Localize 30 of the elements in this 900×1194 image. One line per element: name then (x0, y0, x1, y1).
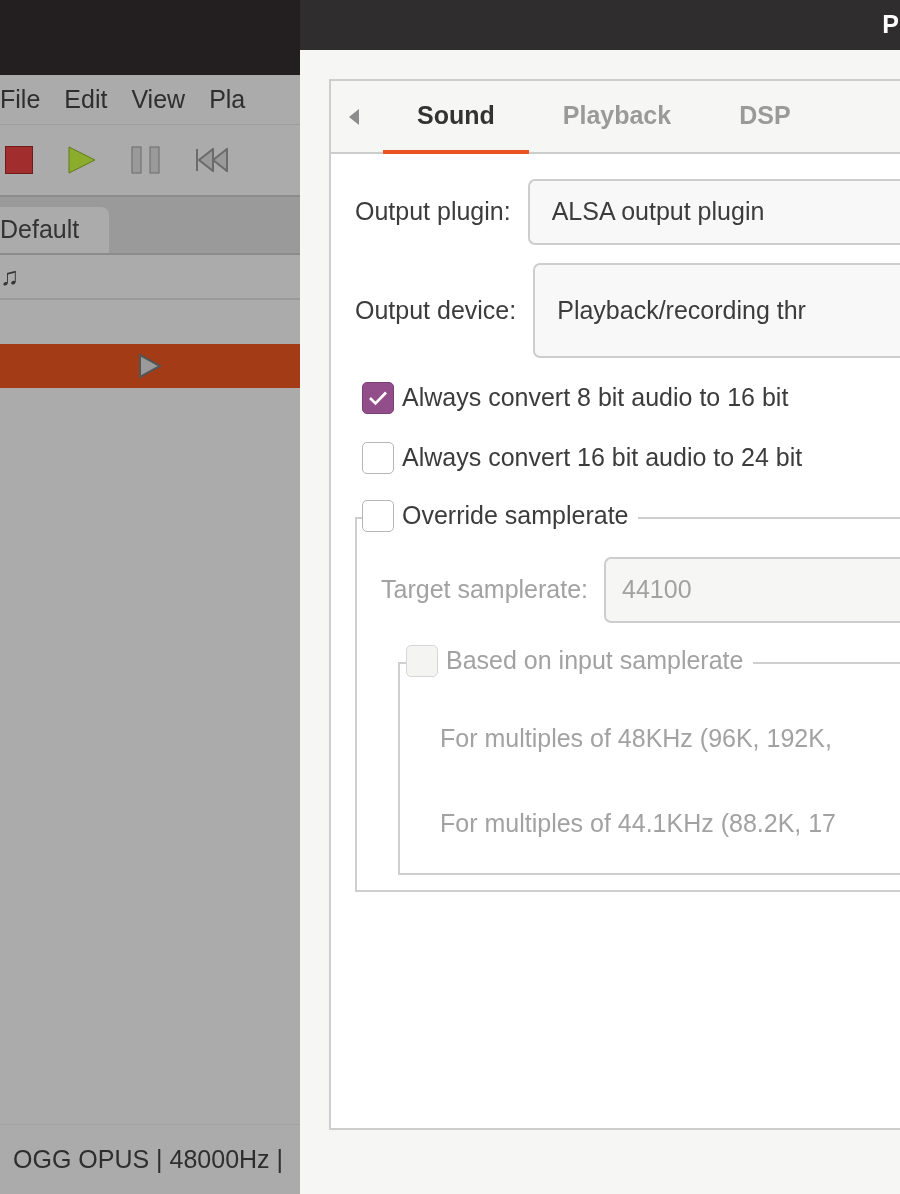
menu-item[interactable]: File (0, 80, 41, 119)
checkbox[interactable] (362, 442, 394, 474)
checkbox-label: Based on input samplerate (446, 645, 744, 676)
checkmark-icon (368, 390, 388, 406)
dropdown[interactable]: Playback/recording thr (533, 263, 900, 358)
field-label: Output device: (355, 294, 517, 326)
menu-item[interactable]: Edit (64, 80, 108, 119)
field-label: Target samplerate: (381, 574, 589, 606)
checkbox-label: Always convert 16 bit audio to 24 bit (402, 442, 803, 474)
scroll-left-icon[interactable] (348, 107, 360, 126)
field-label: Output plugin: (355, 196, 511, 228)
pause-icon[interactable] (131, 146, 161, 174)
stop-icon[interactable] (5, 146, 33, 174)
play-icon[interactable] (67, 145, 97, 175)
checkbox-label: Always convert 8 bit audio to 16 bit (402, 382, 789, 414)
previous-icon[interactable] (195, 148, 229, 172)
dialog-title: P (882, 9, 900, 41)
checkbox-label: Override samplerate (402, 500, 629, 531)
dropdown[interactable]: ALSA output plugin (527, 179, 900, 245)
play-icon (138, 353, 162, 379)
menu-item[interactable]: Pla (209, 80, 246, 119)
checkbox[interactable] (362, 382, 394, 414)
column-header: ♫ (0, 260, 19, 292)
note-text: For multiples of 44.1KHz (88.2K, 17 (440, 807, 838, 839)
menu-item[interactable]: View (131, 80, 186, 119)
note-text: For multiples of 48KHz (96K, 192K, (440, 723, 833, 754)
status-text: OGG OPUS | 48000Hz | (13, 1143, 284, 1175)
playlist-tab[interactable]: Default (0, 207, 110, 253)
checkbox[interactable] (362, 499, 394, 532)
tab[interactable]: Sound (383, 81, 529, 154)
